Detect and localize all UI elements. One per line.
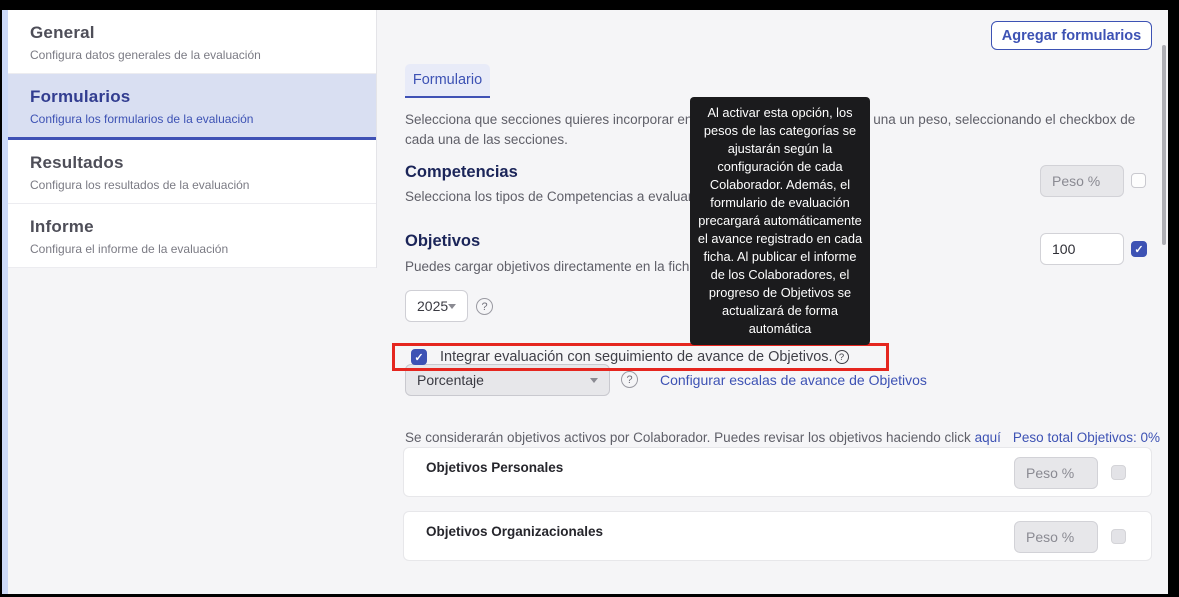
card-title: Objetivos Personales: [426, 460, 563, 475]
integrate-objectives-row: ✓ Integrar evaluación con seguimiento de…: [403, 343, 883, 371]
sidebar-item-subtitle: Configura el informe de la evaluación: [30, 242, 354, 256]
configure-scales-link[interactable]: Configurar escalas de avance de Objetivo…: [660, 372, 927, 388]
year-select-value: 2025: [417, 298, 448, 314]
competencias-checkbox[interactable]: [1131, 173, 1146, 188]
progress-scale-value: Porcentaje: [417, 372, 484, 388]
year-help-icon[interactable]: ?: [476, 298, 493, 315]
objetivos-checkbox[interactable]: ✓: [1131, 241, 1147, 257]
check-icon: ✓: [414, 351, 423, 364]
vertical-scrollbar[interactable]: [1162, 45, 1166, 245]
sidebar-item-subtitle: Configura los resultados de la evaluació…: [30, 178, 354, 192]
organizacionales-checkbox[interactable]: [1111, 529, 1126, 544]
competencias-title: Competencias: [405, 163, 518, 182]
sidebar-item-title: General: [30, 23, 354, 43]
sidebar-item-resultados[interactable]: Resultados Configura los resultados de l…: [8, 140, 376, 204]
sidebar-item-subtitle: Configura datos generales de la evaluaci…: [30, 48, 354, 62]
integrate-help-icon[interactable]: ?: [835, 350, 849, 364]
add-forms-button[interactable]: Agregar formularios: [991, 21, 1152, 50]
settings-sidebar: General Configura datos generales de la …: [8, 10, 377, 268]
personales-weight-input[interactable]: [1014, 457, 1098, 489]
screenshot-frame: General Configura datos generales de la …: [0, 0, 1179, 597]
tab-formulario[interactable]: Formulario: [405, 64, 490, 98]
year-select[interactable]: 2025: [405, 290, 468, 322]
objetivos-personales-card: Objetivos Personales: [403, 447, 1152, 497]
evaluation-settings-page: General Configura datos generales de la …: [8, 10, 1168, 594]
check-icon: ✓: [1134, 243, 1143, 256]
competencias-weight-input[interactable]: [1040, 165, 1124, 197]
sidebar-item-formularios[interactable]: Formularios Configura los formularios de…: [8, 74, 376, 140]
integration-tooltip: Al activar esta opción, los pesos de las…: [690, 97, 870, 345]
personales-checkbox[interactable]: [1111, 465, 1126, 480]
card-title: Objetivos Organizacionales: [426, 524, 603, 539]
chevron-down-icon: [448, 304, 456, 309]
organizacionales-weight-input[interactable]: [1014, 521, 1098, 553]
objetivos-weight-input[interactable]: [1040, 233, 1124, 265]
sidebar-item-general[interactable]: General Configura datos generales de la …: [8, 10, 376, 74]
sidebar-item-title: Formularios: [30, 87, 354, 107]
sidebar-item-title: Resultados: [30, 153, 354, 173]
integrate-checkbox-label: Integrar evaluación con seguimiento de a…: [440, 349, 833, 365]
sidebar-item-subtitle: Configura los formularios de la evaluaci…: [30, 112, 354, 126]
sidebar-item-title: Informe: [30, 217, 354, 237]
aqui-link[interactable]: aquí: [975, 430, 1001, 445]
objetivos-organizacionales-card: Objetivos Organizacionales: [403, 511, 1152, 561]
integrate-checkbox[interactable]: ✓: [411, 349, 427, 365]
objetivos-title: Objetivos: [405, 232, 480, 251]
active-objectives-note: Se considerarán objetivos activos por Co…: [405, 430, 1001, 445]
chevron-down-icon: [590, 378, 598, 383]
total-weight-label: Peso total Objetivos: 0%: [1013, 430, 1160, 445]
scale-help-icon[interactable]: ?: [621, 371, 638, 388]
sidebar-item-informe[interactable]: Informe Configura el informe de la evalu…: [8, 204, 376, 268]
